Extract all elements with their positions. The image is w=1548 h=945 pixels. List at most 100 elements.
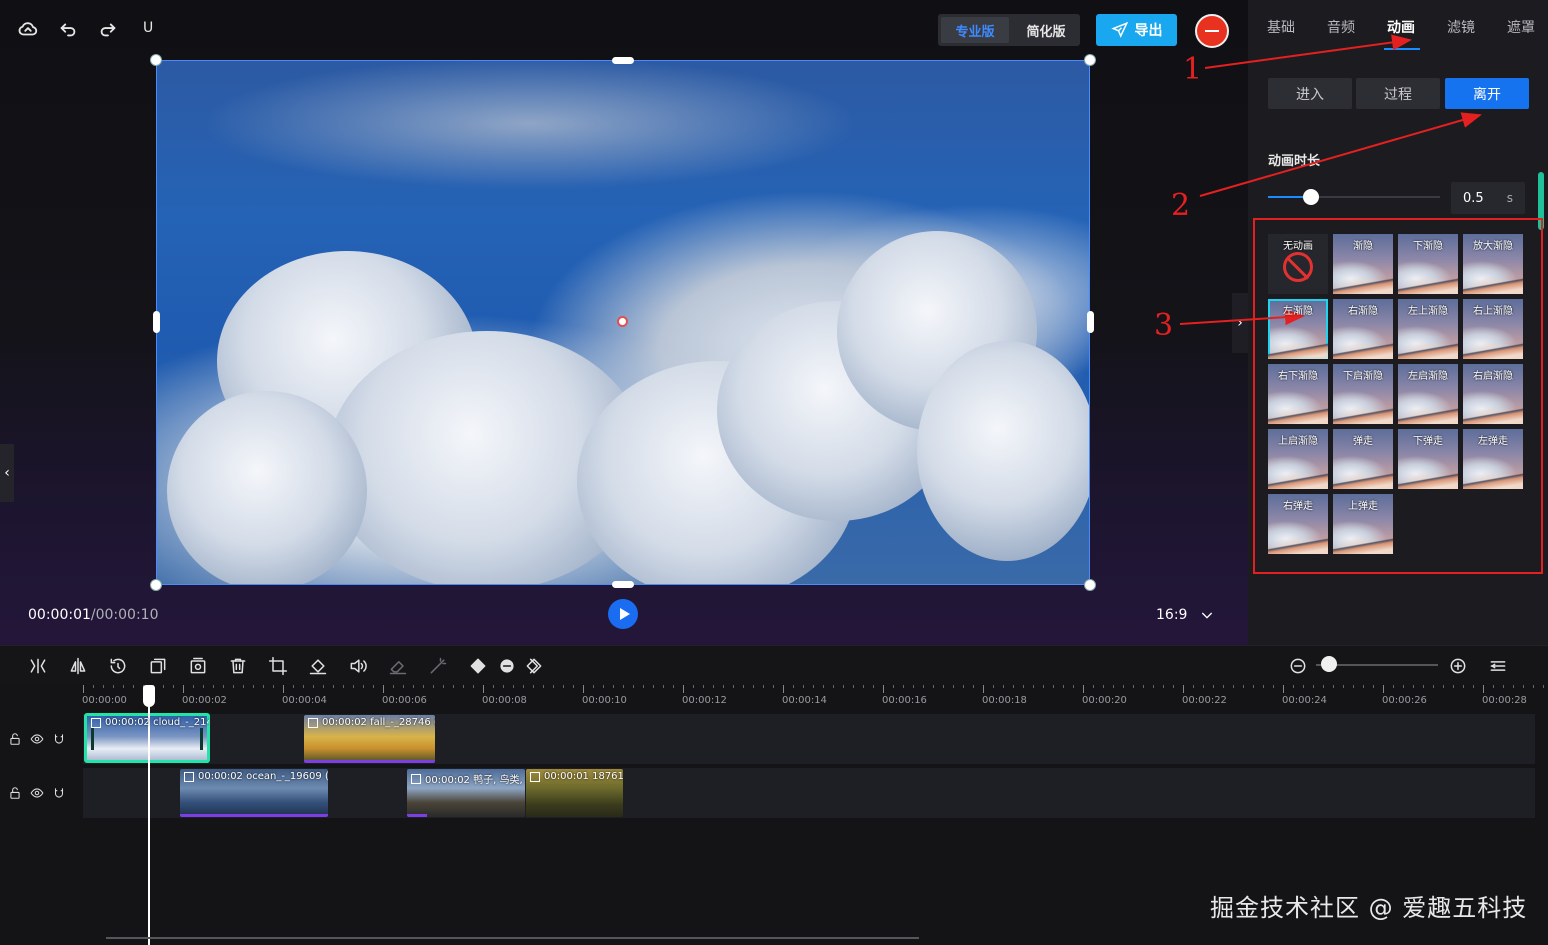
zoom-in-icon[interactable]: [1447, 655, 1469, 677]
play-button[interactable]: [608, 599, 638, 629]
zoom-slider-knob[interactable]: [1321, 656, 1337, 672]
clip[interactable]: 00:00:02 鸭子, 鸟类, 乡: [407, 769, 525, 817]
magic-wand-icon[interactable]: [427, 655, 449, 677]
animation-option[interactable]: 左渐隐: [1268, 299, 1328, 359]
ruler-minor-tick: [113, 685, 114, 688]
redo-icon[interactable]: [95, 16, 121, 42]
animation-option-label: 下弹走: [1413, 436, 1443, 447]
tab-animation[interactable]: 动画: [1387, 17, 1415, 37]
track-1[interactable]: 00:00:02 cloud_-_214 00:00:02 fall_-_287…: [83, 714, 1535, 764]
animation-option[interactable]: 上启渐隐: [1268, 429, 1328, 489]
lock-icon[interactable]: [8, 732, 22, 746]
resize-handle-top[interactable]: [612, 57, 634, 64]
resize-handle-tl[interactable]: [150, 54, 162, 66]
resize-handle-bottom[interactable]: [612, 581, 634, 588]
animation-option-label: 下渐隐: [1413, 241, 1443, 252]
animation-option[interactable]: 渐隐: [1333, 234, 1393, 294]
resize-handle-bl[interactable]: [150, 579, 162, 591]
animation-option[interactable]: 左上渐隐: [1398, 299, 1458, 359]
export-button[interactable]: 导出: [1096, 14, 1177, 46]
keyframe-next-icon[interactable]: [523, 655, 545, 677]
clip-label: 00:00:02 鸭子, 鸟类, 乡: [411, 771, 525, 786]
split-icon[interactable]: [27, 655, 49, 677]
time-ruler[interactable]: 00:00:00 00:00:02 00:00:04 00:00:06 00:00:08…: [82, 685, 1548, 707]
mode-pro-button[interactable]: 专业版: [941, 17, 1009, 43]
duration-input[interactable]: 0.5 s: [1451, 182, 1525, 214]
tab-mask[interactable]: 遮罩: [1507, 17, 1535, 37]
rotate-icon[interactable]: [107, 655, 129, 677]
magnet-icon[interactable]: [52, 732, 66, 746]
ruler-minor-tick: [163, 685, 164, 688]
keyframe-add-icon[interactable]: [467, 655, 489, 677]
animation-option[interactable]: 右弹走: [1268, 494, 1328, 554]
duration-slider-knob[interactable]: [1303, 189, 1319, 205]
annotation-1: 1: [1183, 52, 1203, 87]
duration-slider[interactable]: [1268, 196, 1440, 198]
animation-option[interactable]: 右上渐隐: [1463, 299, 1523, 359]
chevron-right-icon[interactable]: ›: [1232, 293, 1248, 353]
mode-switch[interactable]: 专业版 简化版: [938, 14, 1080, 46]
animation-option[interactable]: 下渐隐: [1398, 234, 1458, 294]
clip[interactable]: 00:00:02 ocean_-_19609 (108: [180, 769, 328, 817]
ruler-minor-tick: [1033, 685, 1034, 688]
animation-option[interactable]: 放大渐隐: [1463, 234, 1523, 294]
animation-option[interactable]: 右渐隐: [1333, 299, 1393, 359]
mirror-icon[interactable]: [67, 655, 89, 677]
animation-option[interactable]: 下启渐隐: [1333, 364, 1393, 424]
fill-icon[interactable]: [307, 655, 329, 677]
aspect-ratio-select[interactable]: 16:9: [1156, 607, 1215, 623]
eraser-icon[interactable]: [387, 655, 409, 677]
u-label[interactable]: U: [143, 20, 153, 36]
timeline-scrollbar[interactable]: [106, 937, 919, 939]
ruler-minor-tick: [1373, 685, 1374, 688]
delete-icon[interactable]: [227, 655, 249, 677]
resize-handle-right[interactable]: [1087, 311, 1094, 333]
mode-simple-button[interactable]: 简化版: [1012, 14, 1080, 46]
animation-option-label: 下启渐隐: [1343, 371, 1383, 382]
eye-icon[interactable]: [30, 786, 44, 800]
ruler-minor-tick: [1243, 685, 1244, 688]
tab-filter[interactable]: 滤镜: [1447, 17, 1475, 37]
animation-option[interactable]: 弹走: [1333, 429, 1393, 489]
animation-option[interactable]: 上弹走: [1333, 494, 1393, 554]
crop-icon[interactable]: [267, 655, 289, 677]
magnet-icon[interactable]: [52, 786, 66, 800]
ruler-minor-tick: [843, 685, 844, 688]
track-2[interactable]: 00:00:02 ocean_-_19609 (108 00:00:02 鸭子,…: [83, 768, 1535, 818]
panel-scrollbar[interactable]: [1538, 172, 1544, 230]
segment-exit[interactable]: 离开: [1445, 78, 1529, 109]
animation-option[interactable]: 右下渐隐: [1268, 364, 1328, 424]
animation-option[interactable]: 左弹走: [1463, 429, 1523, 489]
duplicate-icon[interactable]: [147, 655, 169, 677]
segment-process[interactable]: 过程: [1356, 78, 1440, 109]
chevron-left-icon[interactable]: ‹: [0, 444, 14, 502]
tab-basic[interactable]: 基础: [1267, 17, 1295, 37]
keyframe-remove-icon[interactable]: [496, 655, 518, 677]
ruler-minor-tick: [1103, 685, 1104, 688]
animation-option-label: 右启渐隐: [1473, 371, 1513, 382]
animation-option[interactable]: 无动画: [1268, 234, 1328, 294]
fit-timeline-icon[interactable]: [1487, 655, 1509, 677]
avatar[interactable]: [1195, 14, 1229, 48]
resize-handle-tr[interactable]: [1084, 54, 1096, 66]
tab-audio[interactable]: 音频: [1327, 17, 1355, 37]
cloud-save-icon[interactable]: [15, 16, 41, 42]
animation-option[interactable]: 下弹走: [1398, 429, 1458, 489]
animation-option[interactable]: 右启渐隐: [1463, 364, 1523, 424]
zoom-out-icon[interactable]: [1287, 655, 1309, 677]
clip[interactable]: 00:00:02 fall_-_28746 (10: [304, 715, 435, 763]
ruler-minor-tick: [1053, 685, 1054, 688]
freeze-frame-icon[interactable]: [187, 655, 209, 677]
playhead-handle[interactable]: [143, 685, 155, 707]
clip[interactable]: 00:00:01 187612: [526, 769, 623, 817]
animation-option[interactable]: 左启渐隐: [1398, 364, 1458, 424]
undo-icon[interactable]: [55, 16, 81, 42]
ruler-minor-tick: [353, 685, 354, 688]
eye-icon[interactable]: [30, 732, 44, 746]
resize-handle-br[interactable]: [1084, 579, 1096, 591]
anchor-point[interactable]: [617, 316, 628, 327]
segment-enter[interactable]: 进入: [1268, 78, 1352, 109]
lock-icon[interactable]: [8, 786, 22, 800]
volume-icon[interactable]: [347, 655, 369, 677]
resize-handle-left[interactable]: [153, 311, 160, 333]
